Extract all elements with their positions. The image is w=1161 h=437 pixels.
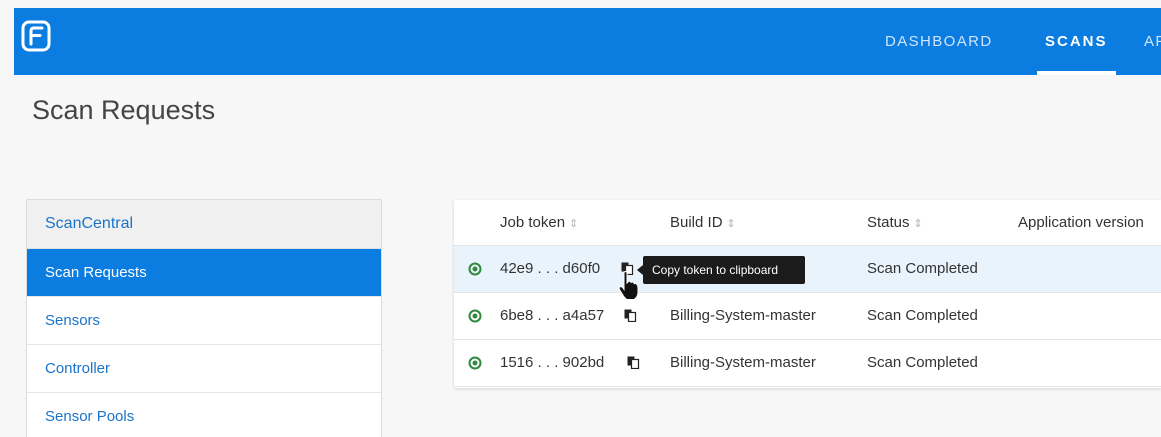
nav-active-indicator — [1037, 71, 1116, 75]
sort-icon: ⇕ — [569, 218, 579, 230]
nav-applications[interactable]: AP — [1144, 8, 1161, 75]
app-window: DASHBOARD SCANS AP Scan Requests ScanCen… — [0, 0, 1161, 437]
tooltip-text: Copy token to clipboard — [652, 263, 779, 277]
table-row[interactable]: 42e9 . . . d60f0 Scan Completed — [454, 246, 1161, 293]
sidebar-item-sensor-pools[interactable]: Sensor Pools — [27, 393, 381, 437]
page-title: Scan Requests — [32, 95, 216, 125]
copy-token-tooltip: Copy token to clipboard — [637, 256, 805, 284]
top-navigation-bar: DASHBOARD SCANS AP — [14, 8, 1161, 75]
sidebar: ScanCentral Scan Requests Sensors Contro… — [26, 199, 382, 437]
status-cell: Scan Completed — [867, 307, 978, 324]
status-complete-icon — [468, 356, 482, 370]
status-complete-icon — [468, 262, 482, 276]
copy-to-clipboard-icon[interactable] — [627, 356, 640, 369]
sidebar-item-controller[interactable]: Controller — [27, 345, 381, 393]
fortify-logo-icon[interactable] — [21, 20, 51, 52]
sort-icon: ⇕ — [913, 218, 923, 230]
sort-icon: ⇕ — [726, 218, 736, 230]
column-header-build-id[interactable]: Build ID ⇕ — [670, 200, 736, 246]
nav-scans-label: SCANS — [1045, 33, 1108, 50]
status-cell: Scan Completed — [867, 260, 978, 277]
column-header-job-token[interactable]: Job token ⇕ — [500, 200, 578, 246]
job-token-cell: 1516 . . . 902bd — [500, 354, 605, 371]
table-row[interactable]: 1516 . . . 902bd Billing-System-master S… — [454, 340, 1161, 387]
nav-dashboard[interactable]: DASHBOARD — [885, 8, 993, 75]
table-row[interactable]: 6be8 . . . a4a57 Billing-System-master S… — [454, 293, 1161, 340]
sidebar-item-scan-requests[interactable]: Scan Requests — [27, 249, 381, 297]
column-header-application-version[interactable]: Application version — [1018, 200, 1144, 246]
build-id-cell: Billing-System-master — [670, 354, 816, 371]
sidebar-item-sensors[interactable]: Sensors — [27, 297, 381, 345]
column-header-label: Job token — [500, 214, 566, 231]
scan-requests-table: Job token ⇕ Build ID ⇕ Status ⇕ Application… — [454, 200, 1161, 388]
nav-scans[interactable]: SCANS — [1037, 8, 1116, 75]
column-header-status[interactable]: Status ⇕ — [867, 200, 923, 246]
status-cell: Scan Completed — [867, 354, 978, 371]
job-token-cell: 42e9 . . . d60f0 — [500, 260, 601, 277]
build-id-cell: Billing-System-master — [670, 307, 816, 324]
status-complete-icon — [468, 309, 482, 323]
table-header: Job token ⇕ Build ID ⇕ Status ⇕ Application… — [454, 200, 1161, 246]
column-header-label: Build ID — [670, 214, 723, 231]
sidebar-heading: ScanCentral — [27, 200, 381, 249]
column-header-label: Application version — [1018, 214, 1144, 231]
copy-to-clipboard-icon[interactable] — [624, 309, 637, 322]
job-token-cell: 6be8 . . . a4a57 — [500, 307, 605, 324]
column-header-label: Status — [867, 214, 910, 231]
hand-cursor-icon — [618, 271, 639, 300]
